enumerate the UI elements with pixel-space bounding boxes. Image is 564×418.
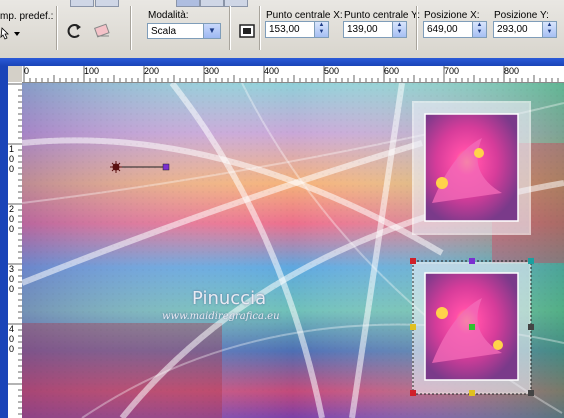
ruler-v-label: 0	[9, 154, 15, 164]
mode-label: Modalità:	[148, 10, 189, 21]
center-x-label: Punto centrale X:	[266, 10, 343, 21]
ruler-v-label: 0	[9, 284, 15, 294]
chevron-down-icon[interactable]: ▼	[203, 24, 220, 38]
preset-label: mp. predef.:	[0, 11, 54, 22]
spin-arrows-icon[interactable]: ▲ ▼	[542, 22, 556, 37]
erase-icon[interactable]	[92, 20, 114, 42]
mode-select-value: Scala	[151, 26, 177, 37]
ruler-h-label: 400	[264, 66, 280, 76]
ruler-v-label: 0	[9, 224, 15, 234]
toolbar-top-button[interactable]	[224, 0, 248, 7]
vertical-ruler: 1 0 0 2 0 0 3 0 0 4 0 0	[8, 82, 23, 418]
watermark-name: Pinuccia	[192, 288, 267, 309]
mode-select[interactable]: Scala ▼	[147, 23, 221, 39]
handle-top-right[interactable]	[528, 258, 534, 264]
ruler-h-label: 0	[24, 66, 30, 76]
ruler-h-label: 500	[324, 66, 340, 76]
handle-top-center[interactable]	[469, 258, 475, 264]
ruler-v-label: 0	[9, 334, 15, 344]
image-canvas[interactable]: Pinuccia www.maidiregrafica.eu	[22, 83, 564, 418]
handle-bottom-right[interactable]	[528, 390, 534, 396]
center-x-value: 153,00	[269, 24, 300, 35]
handle-top-left[interactable]	[410, 258, 416, 264]
pos-y-label: Posizione Y:	[494, 10, 549, 21]
ruler-h-label: 600	[384, 66, 400, 76]
document-frame	[0, 66, 8, 418]
center-y-label: Punto centrale Y:	[344, 10, 420, 21]
preset-arrow-icon	[0, 27, 20, 40]
ruler-v-label: 0	[9, 274, 15, 284]
handle-bottom-left[interactable]	[410, 390, 416, 396]
horizontal-ruler: 0 100 200 300 400 500 600 700 800	[22, 66, 564, 83]
toolbar-top-button[interactable]	[200, 0, 224, 7]
ruler-v-label: 4	[9, 324, 15, 334]
options-icon[interactable]	[236, 20, 258, 42]
pos-x-field[interactable]: 649,00 ▲ ▼	[423, 21, 487, 38]
reset-icon[interactable]	[63, 20, 85, 42]
handle-center[interactable]	[469, 324, 475, 330]
pos-y-field[interactable]: 293,00 ▲ ▼	[493, 21, 557, 38]
handle-middle-left[interactable]	[410, 324, 416, 330]
ruler-h-label: 800	[504, 66, 520, 76]
ruler-h-label: 200	[144, 66, 160, 76]
ruler-h-label: 300	[204, 66, 220, 76]
center-x-field[interactable]: 153,00 ▲ ▼	[265, 21, 329, 38]
spin-arrows-icon[interactable]: ▲ ▼	[472, 22, 486, 37]
ruler-h-label: 700	[444, 66, 460, 76]
ruler-v-label: 0	[9, 214, 15, 224]
ruler-v-label: 3	[9, 264, 15, 274]
flower-frame-selected[interactable]	[410, 258, 534, 396]
ruler-v-label: 2	[9, 204, 15, 214]
ruler-v-label: 1	[9, 144, 15, 154]
spin-arrows-icon[interactable]: ▲ ▼	[314, 22, 328, 37]
ruler-v-label: 0	[9, 344, 15, 354]
handle-bottom-center[interactable]	[469, 390, 475, 396]
pos-y-value: 293,00	[497, 24, 528, 35]
center-y-field[interactable]: 139,00 ▲ ▼	[343, 21, 407, 38]
flower-frame-top	[412, 101, 531, 235]
spin-arrows-icon[interactable]: ▲ ▼	[392, 22, 406, 37]
preset-dropdown[interactable]	[0, 22, 22, 44]
pos-x-label: Posizione X:	[424, 10, 480, 21]
watermark-url: www.maidiregrafica.eu	[162, 311, 280, 322]
ruler-v-label: 0	[9, 164, 15, 174]
document-titlebar[interactable]	[0, 58, 564, 66]
toolbar-top-button[interactable]	[95, 0, 119, 7]
pos-x-value: 649,00	[427, 24, 458, 35]
handle-middle-right[interactable]	[528, 324, 534, 330]
ruler-h-label: 100	[84, 66, 100, 76]
toolbar-top-button-active[interactable]	[176, 0, 200, 7]
artwork-image	[22, 83, 564, 418]
toolbar-top-button[interactable]	[70, 0, 94, 7]
tool-options-toolbar: mp. predef.: Modalità: Scala ▼ Punto cen…	[0, 0, 564, 59]
center-y-value: 139,00	[347, 24, 378, 35]
